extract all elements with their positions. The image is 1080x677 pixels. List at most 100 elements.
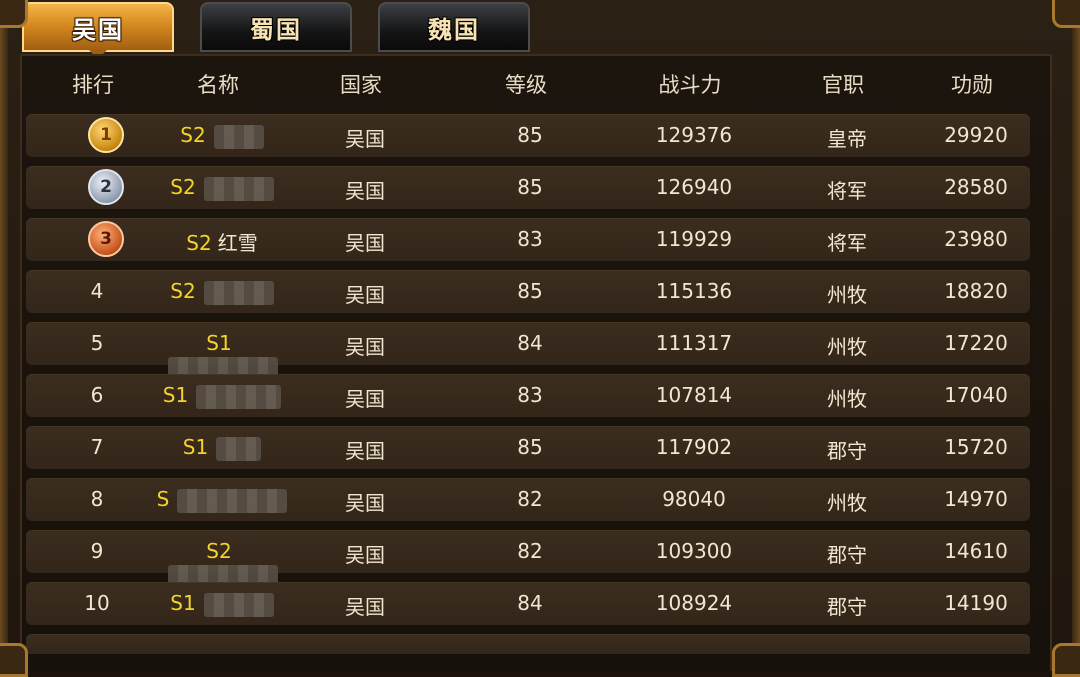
country-cell: 吴国 bbox=[345, 595, 385, 619]
merit-cell: 28580 bbox=[944, 175, 1008, 199]
game-window-frame: 吴国 蜀国 魏国 排行 名称 国家 等级 战斗力 官职 功勋 1 S2 吴国 85 12… bbox=[0, 0, 1080, 677]
country-cell: 吴国 bbox=[345, 231, 385, 255]
header-rank: 排行 bbox=[72, 73, 114, 97]
player-name-cell: S2 红雪 bbox=[156, 227, 288, 256]
table-row[interactable]: 6 S1 吴国 83 107814 州牧 17040 bbox=[26, 374, 1030, 417]
table-row[interactable]: 4 S2 吴国 85 115136 州牧 18820 bbox=[26, 270, 1030, 313]
server-tag: S2 bbox=[170, 279, 196, 303]
merit-cell: 18820 bbox=[944, 279, 1008, 303]
rank-cell: 8 bbox=[90, 487, 104, 511]
power-cell: 98040 bbox=[662, 487, 726, 511]
country-cell: 吴国 bbox=[345, 439, 385, 463]
player-name-cell: S1 bbox=[156, 383, 288, 409]
country-cell: 吴国 bbox=[345, 543, 385, 567]
name-redaction-mosaic bbox=[177, 488, 288, 513]
table-row[interactable]: 3 S2 红雪 吴国 83 119929 将军 23980 bbox=[26, 218, 1030, 261]
player-name-cell: S2 bbox=[156, 123, 288, 149]
frame-border-right bbox=[1072, 0, 1080, 671]
name-redaction-mosaic bbox=[216, 436, 262, 461]
player-name-cell: S1 bbox=[156, 435, 288, 461]
rank-medal-icon: 1 bbox=[88, 117, 124, 153]
server-tag: S2 bbox=[206, 539, 232, 563]
ranking-list: 1 S2 吴国 85 129376 皇帝 29920 2 S2 吴国 85 126940 将军 28580… bbox=[26, 114, 1030, 654]
header-country: 国家 bbox=[340, 73, 382, 97]
server-tag: S1 bbox=[162, 383, 189, 407]
title-cell: 郡守 bbox=[827, 543, 867, 567]
player-name-cell: S bbox=[156, 487, 288, 513]
title-cell: 将军 bbox=[827, 231, 867, 255]
merit-cell: 17040 bbox=[944, 383, 1008, 407]
header-merit: 功勋 bbox=[951, 73, 993, 97]
level-cell: 82 bbox=[517, 487, 543, 511]
name-redaction-mosaic bbox=[203, 280, 274, 305]
title-cell: 州牧 bbox=[827, 335, 867, 359]
name-redaction-mosaic bbox=[203, 176, 274, 201]
level-cell: 84 bbox=[517, 331, 543, 355]
level-cell: 85 bbox=[517, 279, 543, 303]
country-cell: 吴国 bbox=[345, 179, 385, 203]
title-cell: 将军 bbox=[827, 179, 867, 203]
power-cell: 129376 bbox=[655, 123, 733, 147]
level-cell: 84 bbox=[517, 591, 543, 615]
tab-wu[interactable]: 吴国 bbox=[22, 2, 174, 59]
player-name-cell: S2 bbox=[156, 175, 288, 201]
tab-wei[interactable]: 魏国 bbox=[378, 2, 530, 52]
header-title: 官职 bbox=[822, 73, 864, 97]
server-tag: S2 bbox=[180, 123, 206, 147]
country-cell: 吴国 bbox=[345, 491, 385, 515]
power-cell: 126940 bbox=[655, 175, 733, 199]
merit-cell: 23980 bbox=[944, 227, 1008, 251]
table-row[interactable]: 10 S1 吴国 84 108924 郡守 14190 bbox=[26, 582, 1030, 625]
merit-cell: 15720 bbox=[944, 435, 1008, 459]
header-name: 名称 bbox=[197, 73, 239, 97]
level-cell: 85 bbox=[517, 175, 543, 199]
merit-cell: 14970 bbox=[944, 487, 1008, 511]
rank-cell: 6 bbox=[90, 383, 104, 407]
power-cell: 108924 bbox=[655, 591, 733, 615]
level-cell: 85 bbox=[517, 123, 543, 147]
server-tag: S2 bbox=[186, 231, 212, 255]
table-row[interactable] bbox=[26, 634, 1030, 654]
table-row[interactable]: 5 S1 吴国 84 111317 州牧 17220 bbox=[26, 322, 1030, 381]
server-tag: S1 bbox=[170, 591, 196, 615]
table-row[interactable]: 7 S1 吴国 85 117902 郡守 15720 bbox=[26, 426, 1030, 469]
table-row[interactable]: 8 S 吴国 82 98040 州牧 14970 bbox=[26, 478, 1030, 521]
title-cell: 州牧 bbox=[827, 283, 867, 307]
title-cell: 郡守 bbox=[827, 439, 867, 463]
tab-shu[interactable]: 蜀国 bbox=[200, 2, 352, 52]
server-tag: S2 bbox=[170, 175, 196, 199]
player-name-cell: S2 bbox=[156, 279, 288, 305]
title-cell: 郡守 bbox=[827, 595, 867, 619]
table-row[interactable]: 2 S2 吴国 85 126940 将军 28580 bbox=[26, 166, 1030, 209]
rank-cell: 9 bbox=[90, 539, 104, 563]
table-row[interactable]: 1 S2 吴国 85 129376 皇帝 29920 bbox=[26, 114, 1030, 157]
ranking-panel: 排行 名称 国家 等级 战斗力 官职 功勋 1 S2 吴国 85 129376 皇帝 299… bbox=[20, 54, 1052, 671]
server-tag: S1 bbox=[182, 435, 209, 459]
level-cell: 85 bbox=[517, 435, 543, 459]
country-cell: 吴国 bbox=[345, 127, 385, 151]
merit-cell: 14190 bbox=[944, 591, 1008, 615]
server-tag: S1 bbox=[206, 331, 232, 355]
country-cell: 吴国 bbox=[345, 387, 385, 411]
frame-corner-ornament bbox=[0, 0, 28, 28]
header-level: 等级 bbox=[505, 73, 547, 97]
level-cell: 83 bbox=[517, 383, 543, 407]
country-cell: 吴国 bbox=[345, 283, 385, 307]
name-redaction-mosaic bbox=[196, 384, 282, 409]
player-name-cell: S1 bbox=[156, 591, 288, 617]
level-cell: 83 bbox=[517, 227, 543, 251]
country-tabs: 吴国 蜀国 魏国 bbox=[22, 2, 530, 59]
power-cell: 117902 bbox=[655, 435, 733, 459]
power-cell: 111317 bbox=[655, 331, 733, 355]
player-name: 红雪 bbox=[217, 231, 258, 255]
merit-cell: 14610 bbox=[944, 539, 1008, 563]
name-redaction-mosaic bbox=[203, 592, 274, 617]
server-tag: S bbox=[156, 487, 170, 511]
name-redaction-mosaic bbox=[213, 124, 264, 149]
title-cell: 州牧 bbox=[827, 387, 867, 411]
header-power: 战斗力 bbox=[658, 73, 722, 97]
country-cell: 吴国 bbox=[345, 335, 385, 359]
merit-cell: 17220 bbox=[944, 331, 1008, 355]
table-row[interactable]: 9 S2 吴国 82 109300 郡守 14610 bbox=[26, 530, 1030, 589]
title-cell: 皇帝 bbox=[827, 127, 867, 151]
